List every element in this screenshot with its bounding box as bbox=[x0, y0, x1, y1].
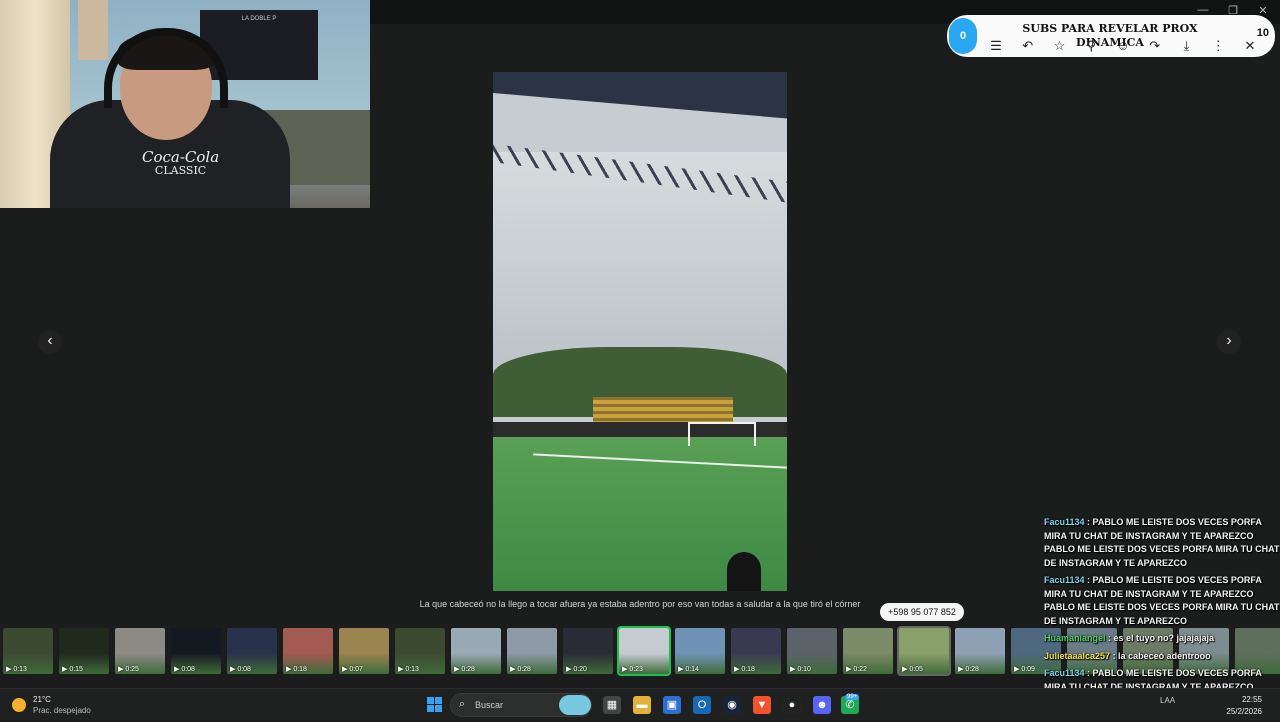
media-thumbnail[interactable]: ▶ 0:20 bbox=[563, 628, 613, 674]
temperature: 21°C bbox=[33, 695, 51, 704]
thumbnail-duration: ▶ 0:13 bbox=[398, 666, 419, 673]
thumbnail-duration: ▶ 0:13 bbox=[6, 666, 27, 673]
thumbnail-duration: ▶ 0:18 bbox=[286, 666, 307, 673]
media-thumbnail[interactable]: ▶ 0:25 bbox=[115, 628, 165, 674]
thumbnail-duration: ▶ 0:05 bbox=[902, 666, 923, 673]
thumbnail-duration: ▶ 0:22 bbox=[846, 666, 867, 673]
chat-text: : es el tuyo no? jajajajaja bbox=[1108, 633, 1215, 643]
obs-icon[interactable]: ● bbox=[783, 696, 801, 714]
hoodie-sub: CLASSIC bbox=[154, 164, 207, 177]
webcam-overlay: LA DOBLE P Coca-Cola CLASSIC bbox=[0, 0, 370, 208]
media-thumbnail[interactable]: ▶ 0:15 bbox=[59, 628, 109, 674]
chat-text: : la cabeceó adentrooo bbox=[1112, 650, 1211, 661]
thumbnail-duration: ▶ 0:18 bbox=[734, 666, 755, 673]
pin-icon[interactable]: ⚲ bbox=[1082, 37, 1100, 55]
goal bbox=[688, 422, 756, 446]
sender-phone-tooltip: +598 95 077 852 bbox=[880, 603, 964, 621]
previous-arrow-icon[interactable]: ‹ bbox=[38, 330, 62, 354]
thumbnail-duration: ▶ 0:28 bbox=[454, 666, 475, 673]
clock[interactable]: 22:55 25/2/2026 bbox=[1226, 694, 1262, 718]
weather-widget[interactable]: 21°C Prac. despejado bbox=[12, 694, 122, 716]
hoodie-logo: Coca-Cola CLASSIC bbox=[142, 150, 219, 178]
media-thumbnail[interactable]: ▶ 0:10 bbox=[787, 628, 837, 674]
next-arrow-icon[interactable]: › bbox=[1217, 330, 1241, 354]
brave-icon[interactable]: ▼ bbox=[753, 696, 771, 714]
media-thumbnail[interactable]: ▶ 0:08 bbox=[171, 628, 221, 674]
more-icon[interactable]: ⋮ bbox=[1209, 37, 1227, 55]
overlay-title-line1: SUBS PARA REVELAR PROX bbox=[1022, 22, 1198, 35]
chat-username: Facu1134 bbox=[1044, 575, 1088, 585]
reply-icon[interactable]: ↶ bbox=[1019, 37, 1037, 55]
chat-message: Julietaaalca257 : la cabeceó adentrooo bbox=[1044, 650, 1280, 664]
thumbnail-duration: ▶ 0:07 bbox=[342, 666, 363, 673]
stream-toolbar-overlay: 0 SUBS PARA REVELAR PROX DINAMICA ☰ ↶ ☆ … bbox=[947, 15, 1275, 57]
thumbnail-duration: ▶ 0:14 bbox=[678, 666, 699, 673]
media-thumbnail[interactable]: ▶ 0:23 bbox=[617, 626, 671, 676]
thumbnail-duration: ▶ 0:15 bbox=[62, 666, 83, 673]
thumbnail-duration: ▶ 0:23 bbox=[622, 666, 643, 673]
star-icon[interactable]: ☆ bbox=[1051, 37, 1069, 55]
flag-text: LA DOBLE P bbox=[241, 16, 277, 22]
clock-time: 22:55 bbox=[1241, 695, 1262, 704]
media-thumbnail[interactable]: ▶ 0:14 bbox=[675, 628, 725, 674]
outlook-icon[interactable]: O bbox=[693, 696, 711, 714]
shelf bbox=[78, 0, 108, 60]
caption-icon[interactable]: ☰ bbox=[987, 37, 1005, 55]
download-icon[interactable]: ⤓ bbox=[1178, 37, 1196, 55]
thumbnail-duration: ▶ 0:28 bbox=[510, 666, 531, 673]
media-thumbnail[interactable]: ▶ 0:07 bbox=[339, 628, 389, 674]
close-icon[interactable]: ✕ bbox=[1241, 37, 1259, 55]
thumbnail-duration: ▶ 0:08 bbox=[174, 666, 195, 673]
thumbnail-duration: ▶ 0:20 bbox=[566, 666, 587, 673]
thumbnail-duration: ▶ 0:25 bbox=[118, 666, 139, 673]
media-thumbnail[interactable]: ▶ 0:18 bbox=[731, 628, 781, 674]
forward-icon[interactable]: ↷ bbox=[1146, 37, 1164, 55]
counter-left: 0 bbox=[949, 18, 977, 54]
media-thumbnail[interactable]: ▶ 0:13 bbox=[3, 628, 53, 674]
search-placeholder: Buscar bbox=[475, 700, 504, 710]
thumbnail-duration: ▶ 0:09 bbox=[1014, 666, 1035, 673]
chat-username: Julietaaalca257 bbox=[1044, 650, 1113, 661]
media-thumbnail[interactable]: ▶ 0:13 bbox=[395, 628, 445, 674]
search-highlight-icon bbox=[559, 695, 591, 715]
media-thumbnail[interactable]: ▶ 0:22 bbox=[843, 628, 893, 674]
thumbnail-duration: ▶ 0:28 bbox=[958, 666, 979, 673]
windows-taskbar: 21°C Prac. despejado ⌕ Buscar ▦ ▬ ▣ O ◉ … bbox=[0, 688, 1280, 720]
media-thumbnail[interactable]: ▶ 0:28 bbox=[507, 628, 557, 674]
media-thumbnail[interactable]: ▶ 0:28 bbox=[451, 628, 501, 674]
notification-badge: 99+ bbox=[845, 694, 860, 700]
discord-icon[interactable]: ☻ bbox=[813, 696, 831, 714]
spectator-silhouette bbox=[727, 552, 761, 591]
media-thumbnail[interactable]: ▶ 0:18 bbox=[283, 628, 333, 674]
counter-right: 10 bbox=[1256, 27, 1269, 39]
thumbnail-duration: ▶ 0:10 bbox=[790, 666, 811, 673]
chat-username: Huamaniangel bbox=[1044, 633, 1109, 643]
media-thumbnail[interactable]: ▶ 0:05 bbox=[897, 626, 951, 676]
store-icon[interactable]: ▣ bbox=[663, 696, 681, 714]
chat-username: Facu1134 bbox=[1044, 517, 1088, 527]
task-view-icon[interactable]: ▦ bbox=[603, 696, 621, 714]
search-icon: ⌕ bbox=[459, 698, 466, 710]
chat-username: Facu1134 bbox=[1044, 668, 1088, 678]
steam-icon[interactable]: ◉ bbox=[723, 696, 741, 714]
start-menu-icon[interactable] bbox=[427, 697, 442, 712]
thumbnail-duration: ▶ 0:08 bbox=[230, 666, 251, 673]
video-player[interactable] bbox=[493, 72, 787, 591]
chat-message: Facu1134 : PABLO ME LEISTE DOS VECES POR… bbox=[1044, 574, 1280, 628]
emoji-icon[interactable]: ☺ bbox=[1114, 37, 1132, 55]
file-explorer-icon[interactable]: ▬ bbox=[633, 696, 651, 714]
media-thumbnail[interactable]: ▶ 0:28 bbox=[955, 628, 1005, 674]
tray-language[interactable]: LAA bbox=[1160, 696, 1175, 705]
chat-message: Facu1134 : PABLO ME LEISTE DOS VECES POR… bbox=[1044, 516, 1280, 570]
weather-sun-icon bbox=[12, 698, 26, 712]
taskbar-search[interactable]: ⌕ Buscar bbox=[450, 693, 592, 717]
weather-condition: Prac. despejado bbox=[33, 706, 91, 715]
viewer-toolbar: ☰ ↶ ☆ ⚲ ☺ ↷ ⤓ ⋮ ✕ bbox=[987, 37, 1259, 55]
clock-date: 25/2/2026 bbox=[1226, 707, 1262, 716]
media-thumbnail[interactable]: ▶ 0:08 bbox=[227, 628, 277, 674]
chat-message: Huamaniangel : es el tuyo no? jajajajaja bbox=[1044, 632, 1280, 646]
